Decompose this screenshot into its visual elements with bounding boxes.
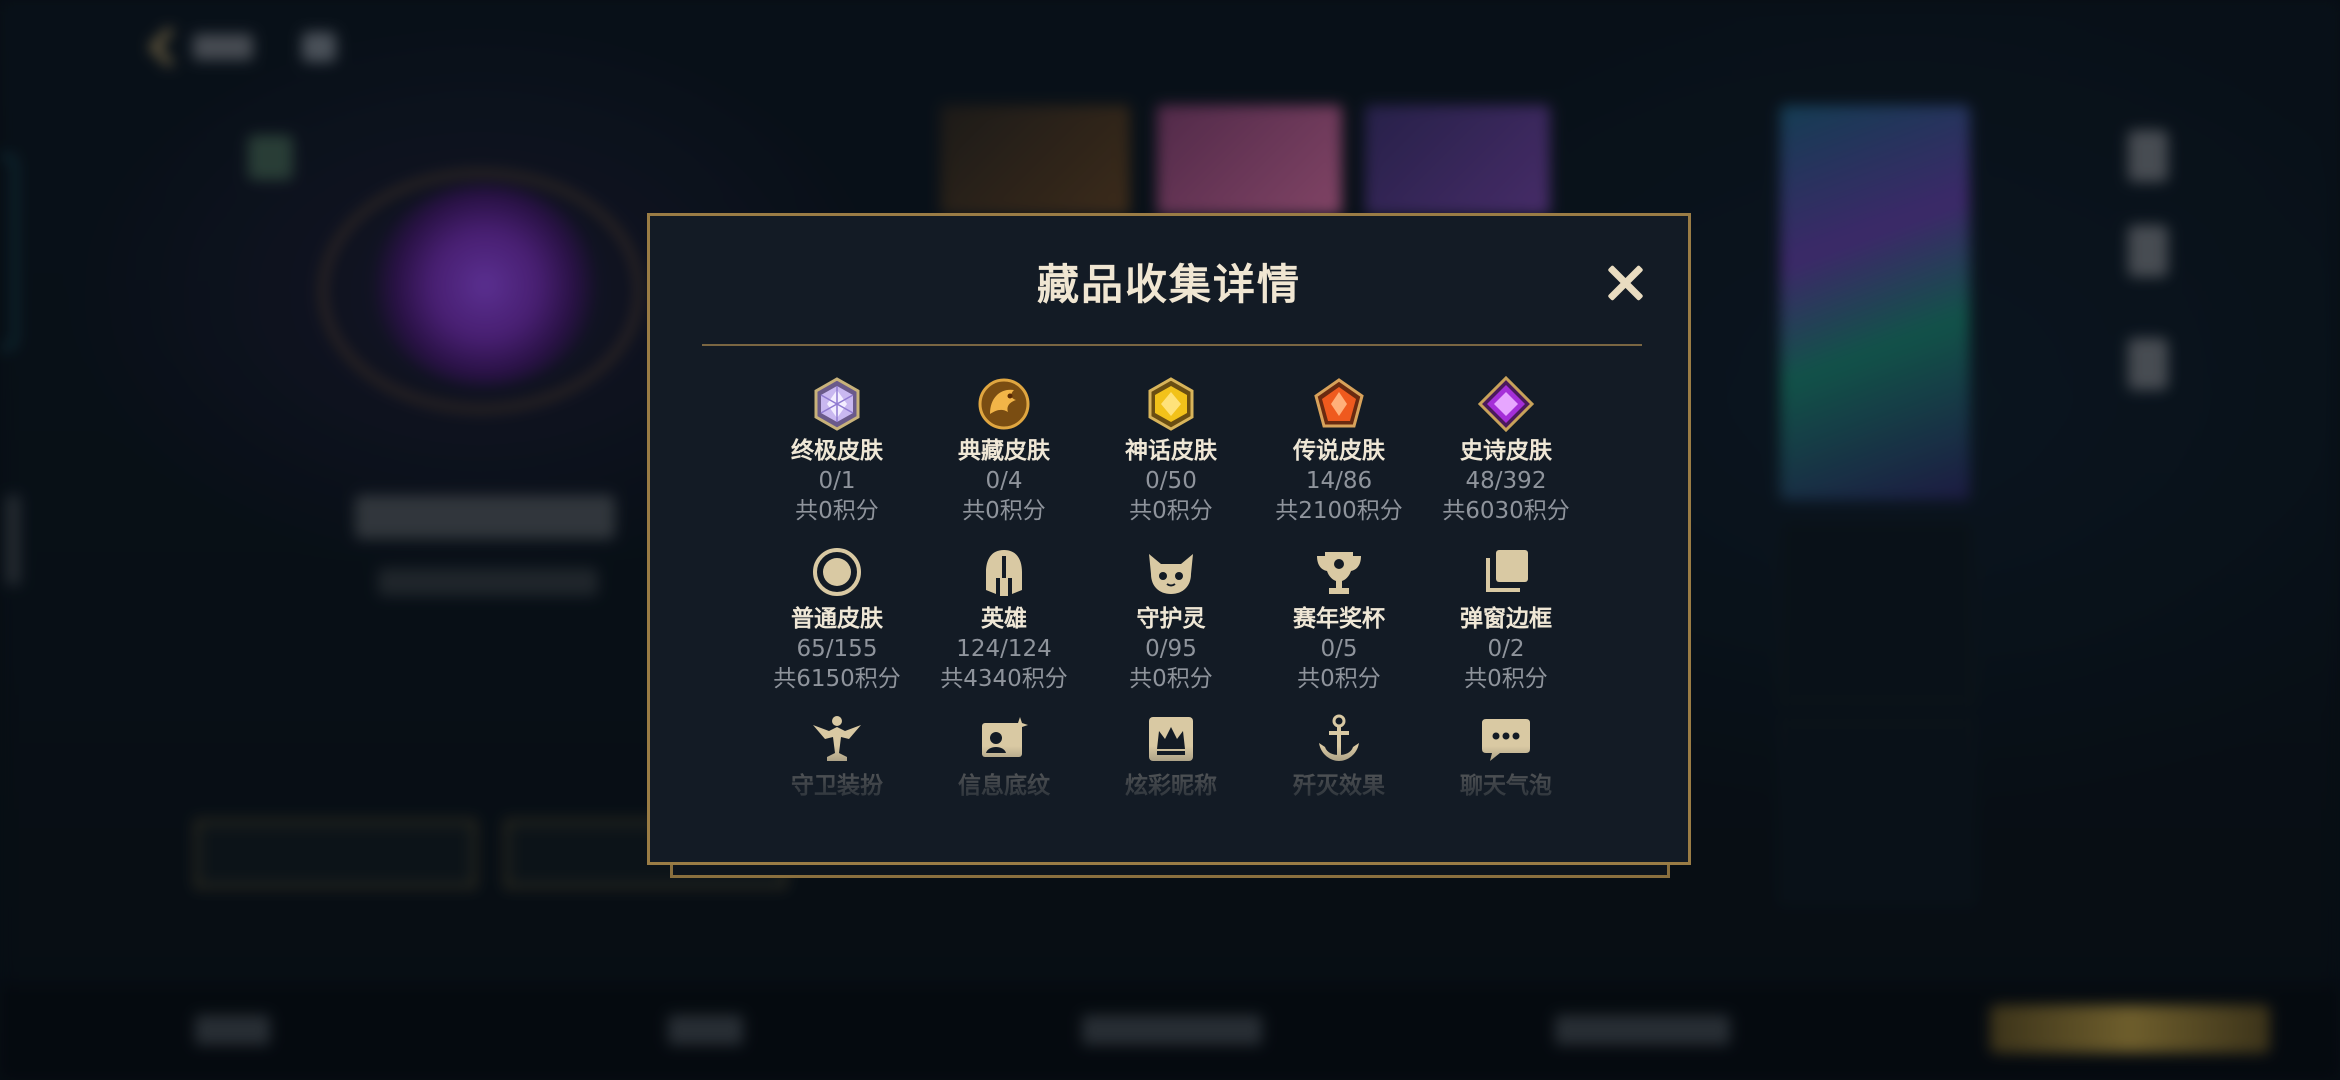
info-card-icon xyxy=(982,717,1028,757)
collection-item[interactable]: 炫彩昵称 xyxy=(1087,711,1255,801)
item-count: 0/2 xyxy=(1487,636,1525,662)
collection-item[interactable]: 传说皮肤 14/86 共2100积分 xyxy=(1255,376,1423,526)
collection-item[interactable]: 弹窗边框 0/2 共0积分 xyxy=(1422,544,1590,694)
collection-item[interactable]: 歼灭效果 xyxy=(1255,711,1423,801)
anchor-icon xyxy=(1319,714,1359,761)
item-count: 65/155 xyxy=(796,636,878,662)
champion-helmet-icon xyxy=(986,550,1022,596)
item-points: 共0积分 xyxy=(1129,498,1213,524)
collection-item[interactable]: 史诗皮肤 48/392 共6030积分 xyxy=(1422,376,1590,526)
collection-item[interactable]: 普通皮肤 65/155 共6150积分 xyxy=(753,544,921,694)
item-name: 信息底纹 xyxy=(958,773,1050,799)
item-name: 终极皮肤 xyxy=(791,438,883,464)
item-count: 14/86 xyxy=(1305,468,1373,494)
item-points: 共0积分 xyxy=(1464,666,1548,692)
common-skin-circle-icon xyxy=(813,548,861,596)
trophy-icon xyxy=(1317,552,1361,594)
collection-skin-dragon-icon xyxy=(978,378,1030,430)
item-count: 0/95 xyxy=(1145,636,1197,662)
collection-item[interactable]: 守卫装扮 xyxy=(753,711,921,801)
chat-bubble-icon xyxy=(1482,719,1530,761)
item-points: 共2100积分 xyxy=(1275,498,1403,524)
item-points: 共0积分 xyxy=(1129,666,1213,692)
item-name: 聊天气泡 xyxy=(1460,773,1552,799)
collection-item[interactable]: 终极皮肤 0/1 共0积分 xyxy=(753,376,921,526)
item-count: 0/50 xyxy=(1145,468,1197,494)
item-points: 共0积分 xyxy=(962,498,1046,524)
epic-skin-gem-icon xyxy=(1478,376,1534,432)
collection-item[interactable]: 神话皮肤 0/50 共0积分 xyxy=(1087,376,1255,526)
collection-item[interactable]: 守护灵 0/95 共0积分 xyxy=(1087,544,1255,694)
item-count: 0/4 xyxy=(985,468,1023,494)
collection-grid: 终极皮肤 0/1 共0积分 典藏皮肤 0/4 共0积分 神话皮肤 0/50 共0… xyxy=(650,216,1688,862)
item-points: 共6150积分 xyxy=(773,666,901,692)
collection-item[interactable]: 赛年奖杯 0/5 共0积分 xyxy=(1255,544,1423,694)
item-name: 史诗皮肤 xyxy=(1460,438,1552,464)
item-name: 传说皮肤 xyxy=(1293,438,1385,464)
collection-item[interactable]: 英雄 124/124 共4340积分 xyxy=(920,544,1088,694)
item-count: 48/392 xyxy=(1465,468,1547,494)
item-name: 神话皮肤 xyxy=(1125,438,1217,464)
mythic-skin-gem-icon xyxy=(1148,377,1194,431)
item-name: 典藏皮肤 xyxy=(958,438,1050,464)
item-count: 0/1 xyxy=(818,468,856,494)
item-name: 弹窗边框 xyxy=(1460,606,1552,632)
item-name: 守卫装扮 xyxy=(791,773,883,799)
item-name: 守护灵 xyxy=(1136,606,1206,632)
collection-item[interactable]: 信息底纹 xyxy=(920,711,1088,801)
item-points: 共0积分 xyxy=(795,498,879,524)
collection-details-modal: 藏品收集详情 终极皮肤 0/1 共0积分 典藏皮肤 0/4 共0积分 神话皮肤 … xyxy=(647,213,1691,865)
item-points: 共4340积分 xyxy=(940,666,1068,692)
popup-frame-icon xyxy=(1486,550,1528,592)
item-points: 共0积分 xyxy=(1297,666,1381,692)
legendary-skin-gem-icon xyxy=(1314,378,1364,428)
item-name: 赛年奖杯 xyxy=(1293,606,1385,632)
item-count: 0/5 xyxy=(1320,636,1358,662)
item-name: 普通皮肤 xyxy=(791,606,883,632)
item-count: 124/124 xyxy=(956,636,1052,662)
collection-item[interactable]: 典藏皮肤 0/4 共0积分 xyxy=(920,376,1088,526)
guardian-creature-icon xyxy=(1149,554,1193,594)
modal-bottom-decoration xyxy=(670,864,1670,878)
collection-item[interactable]: 聊天气泡 xyxy=(1422,711,1590,801)
ultimate-skin-gem-icon xyxy=(814,377,860,431)
crown-nameplate-icon xyxy=(1149,717,1193,761)
item-name: 英雄 xyxy=(981,606,1027,632)
item-name: 歼灭效果 xyxy=(1293,773,1385,799)
item-points: 共6030积分 xyxy=(1442,498,1570,524)
item-name: 炫彩昵称 xyxy=(1125,773,1217,799)
ward-skin-icon xyxy=(813,716,861,761)
